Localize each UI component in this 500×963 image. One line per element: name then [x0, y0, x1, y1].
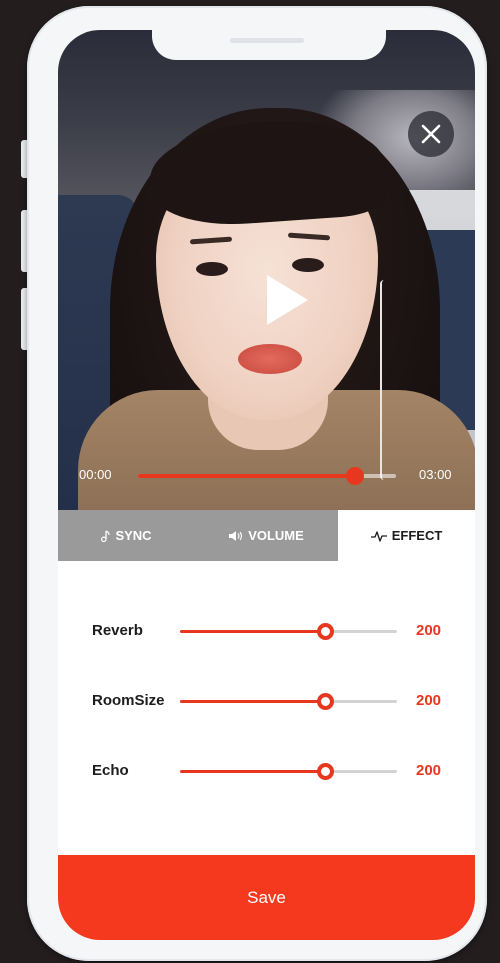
- speaker-icon: [229, 530, 243, 541]
- tab-sync-label: SYNC: [115, 528, 152, 543]
- echo-value: 200: [416, 762, 442, 779]
- close-button[interactable]: [408, 111, 454, 157]
- reverb-slider-fill: [180, 630, 326, 633]
- reverb-slider[interactable]: [180, 623, 397, 640]
- video-player[interactable]: 00:00 03:00: [58, 30, 475, 510]
- echo-label: Echo: [92, 762, 129, 779]
- reverb-label: Reverb: [92, 622, 143, 639]
- playback-scrubber[interactable]: [345, 467, 364, 485]
- earpiece-speaker: [230, 38, 304, 43]
- tab-effect-label: EFFECT: [391, 528, 443, 543]
- close-icon: [421, 124, 441, 144]
- effect-row-echo: Echo 200: [58, 756, 475, 786]
- tab-sync[interactable]: SYNC: [58, 510, 194, 561]
- roomsize-value: 200: [416, 692, 442, 709]
- play-icon: [267, 275, 308, 325]
- playback-progress-bar[interactable]: [138, 467, 396, 485]
- tab-volume-label: VOLUME: [248, 528, 304, 543]
- play-button[interactable]: [264, 273, 310, 327]
- tab-volume[interactable]: VOLUME: [194, 510, 338, 561]
- waveform-icon: [370, 530, 387, 542]
- video-subject-eye: [292, 258, 324, 272]
- echo-slider-fill: [180, 770, 326, 773]
- save-button[interactable]: Save: [58, 855, 475, 940]
- echo-slider-handle[interactable]: [317, 763, 335, 780]
- effect-row-roomsize: RoomSize 200: [58, 686, 475, 716]
- current-time: 00:00: [79, 467, 112, 482]
- phone-screen: 00:00 03:00 SYNC VOLUME EFFECT Reverb 20…: [58, 30, 475, 940]
- roomsize-slider-fill: [180, 700, 326, 703]
- tab-effect[interactable]: EFFECT: [338, 510, 475, 561]
- video-subject-earphone: [380, 280, 388, 480]
- notch: [152, 30, 386, 60]
- roomsize-slider[interactable]: [180, 693, 397, 710]
- playback-progress-fill: [138, 474, 355, 478]
- reverb-slider-handle[interactable]: [317, 623, 335, 640]
- music-note-icon: [101, 529, 111, 542]
- roomsize-label: RoomSize: [92, 692, 165, 709]
- tab-bar: SYNC VOLUME EFFECT: [58, 510, 475, 561]
- roomsize-slider-handle[interactable]: [317, 693, 335, 710]
- effect-row-reverb: Reverb 200: [58, 616, 475, 646]
- echo-slider[interactable]: [180, 763, 397, 780]
- video-subject-eye: [196, 262, 228, 276]
- reverb-value: 200: [416, 622, 442, 639]
- video-subject-lips: [238, 344, 302, 374]
- total-time: 03:00: [419, 467, 452, 482]
